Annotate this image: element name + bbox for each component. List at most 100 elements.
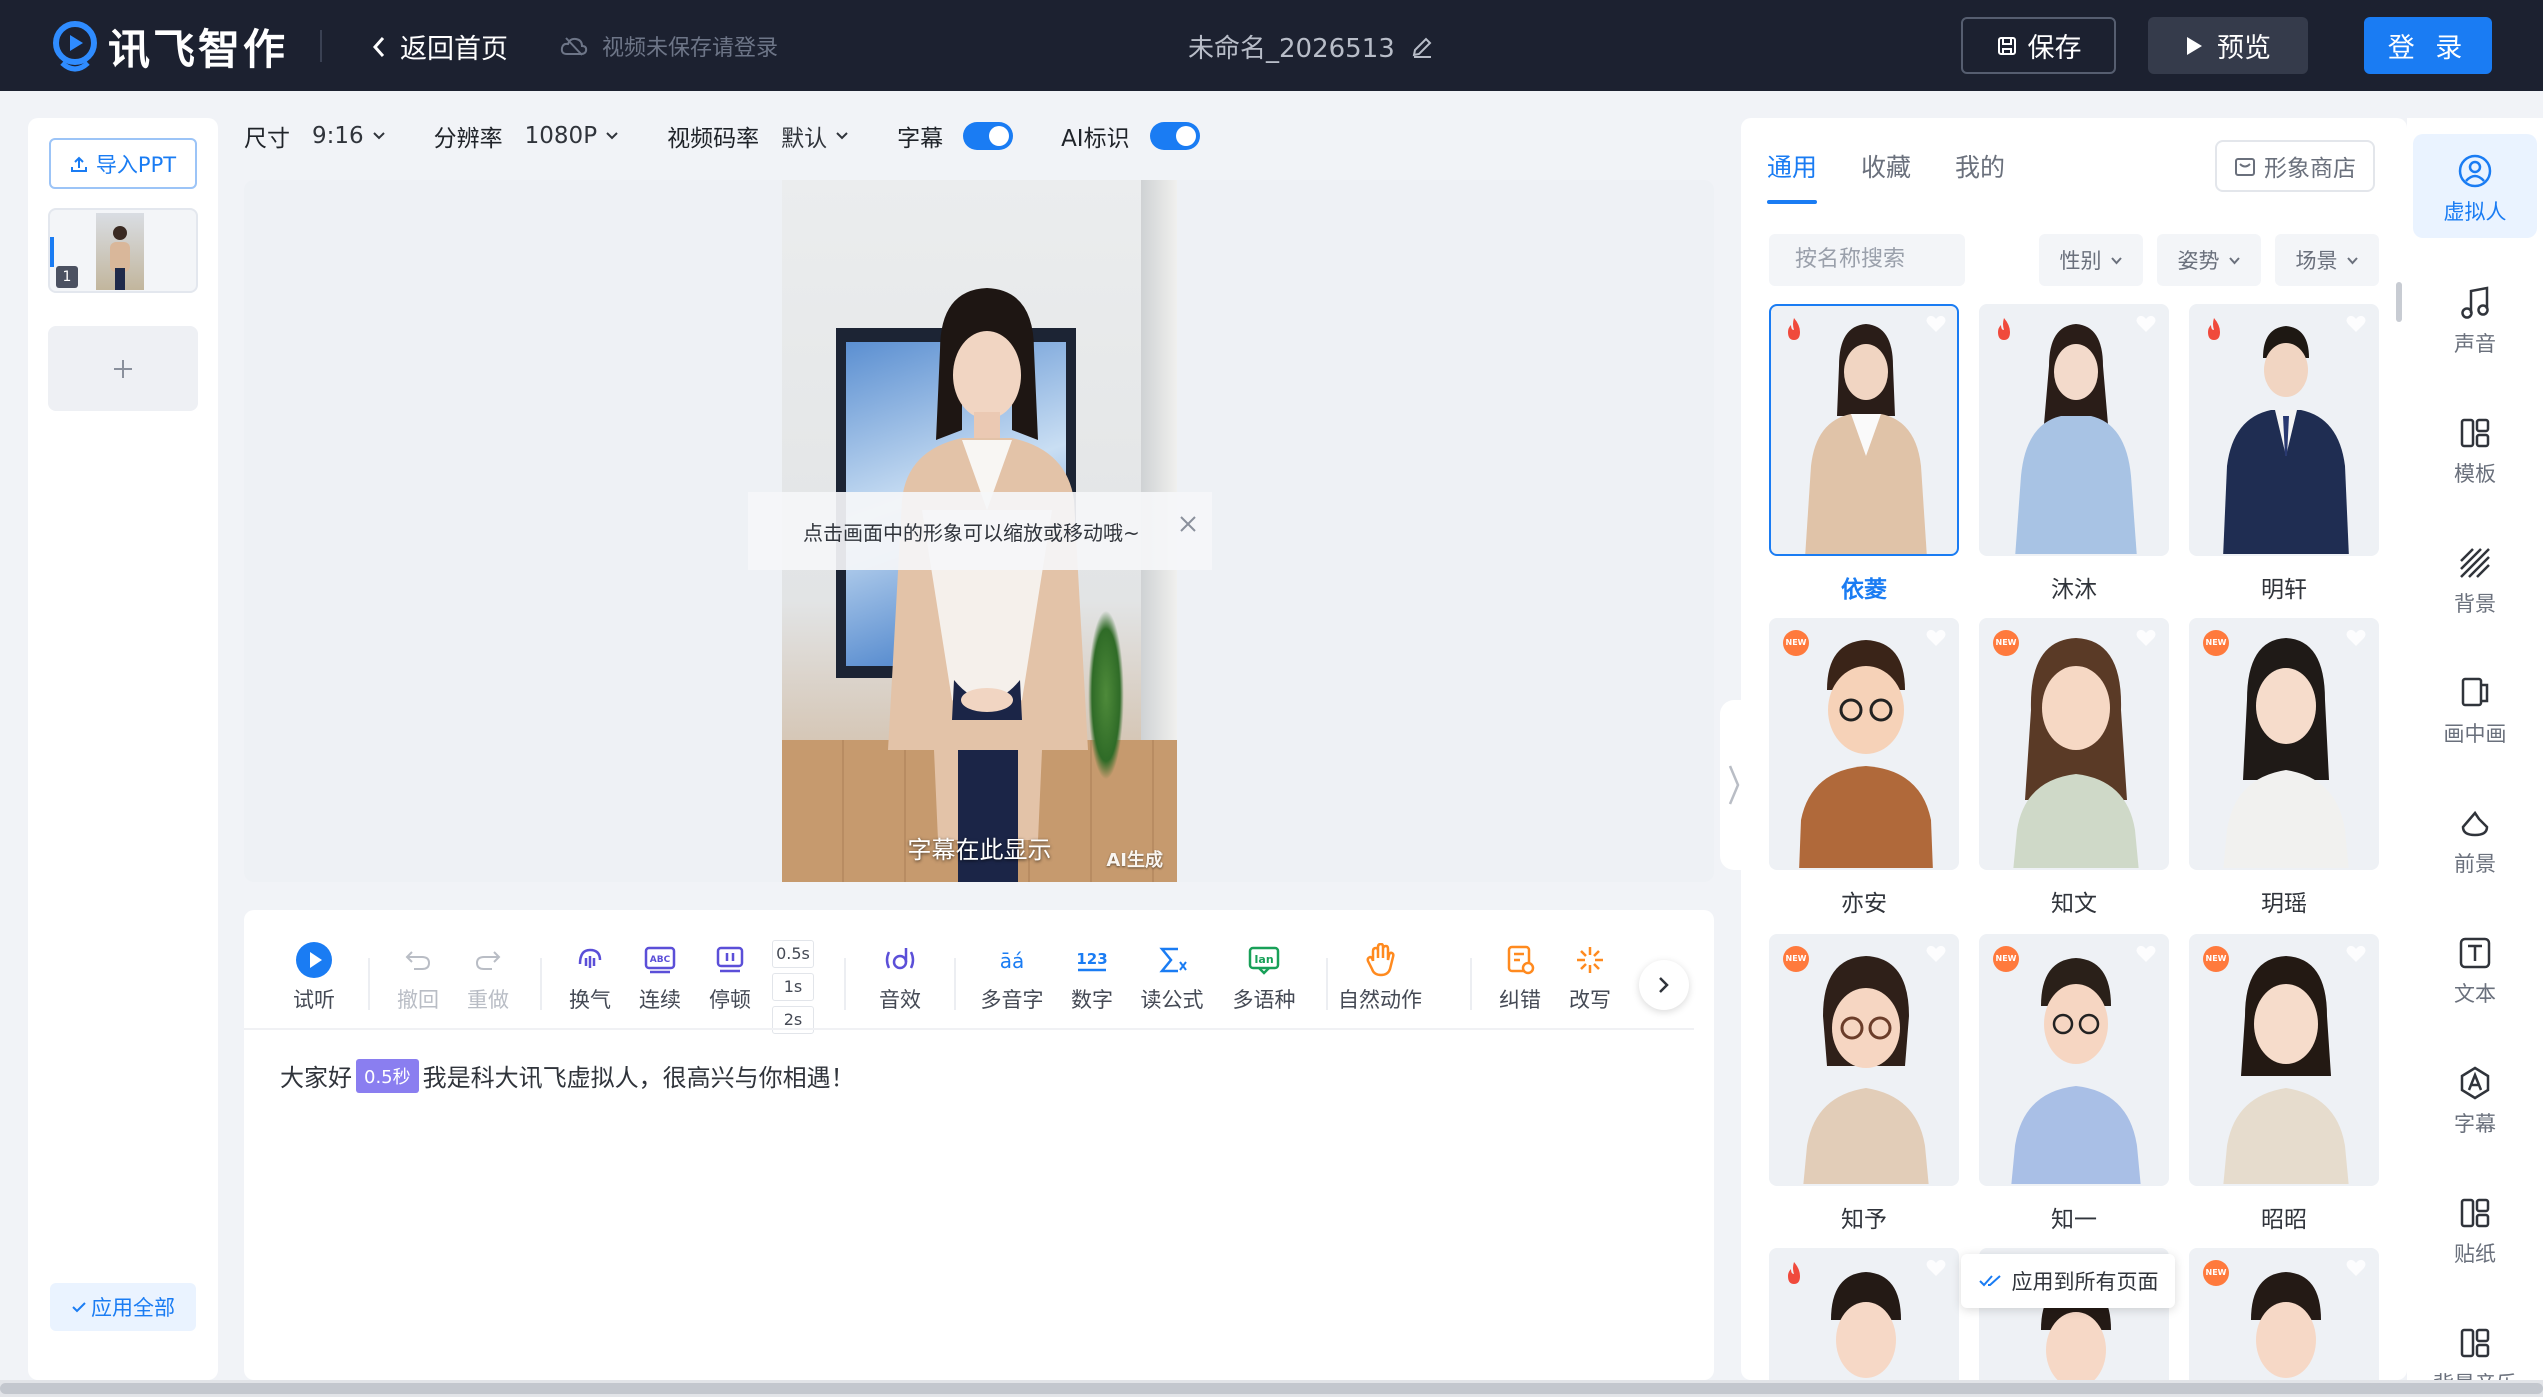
avatar-card-mumu[interactable] xyxy=(1979,304,2169,556)
scrollbar-thumb[interactable] xyxy=(0,1383,2543,1394)
svg-text:Ian: Ian xyxy=(1254,953,1273,966)
polyphone-icon: āá xyxy=(1000,949,1025,973)
avatar-search-input[interactable]: 按名称搜索 xyxy=(1769,234,1965,286)
listen-button[interactable]: 试听 xyxy=(284,940,344,1014)
avatar-card-yian[interactable]: NEW xyxy=(1769,618,1959,870)
favorite-heart-icon[interactable] xyxy=(1925,1258,1947,1278)
pause-tag[interactable]: 0.5秒 xyxy=(356,1058,419,1093)
avatar-card-mingxuan[interactable] xyxy=(2189,304,2379,556)
avatar-card-yueyao[interactable]: NEW xyxy=(2189,618,2379,870)
tab-favorites[interactable]: 收藏 xyxy=(1861,148,1911,184)
resolution-setting[interactable]: 分辨率 1080P xyxy=(434,119,619,153)
close-icon[interactable] xyxy=(1178,514,1198,534)
preview-button[interactable]: 预览 xyxy=(2148,17,2308,74)
favorite-heart-icon[interactable] xyxy=(2345,628,2367,648)
document-title-text: 未命名_2026513 xyxy=(1188,34,1395,64)
polyphone-button[interactable]: āá 多音字 xyxy=(981,940,1044,1014)
virtual-presenter[interactable] xyxy=(862,280,1112,882)
size-select[interactable]: 9:16 xyxy=(312,123,386,149)
bitrate-setting[interactable]: 视频码率 默认 xyxy=(667,119,849,153)
favorite-heart-icon[interactable] xyxy=(2345,314,2367,334)
rewrite-label: 改写 xyxy=(1569,988,1611,1012)
favorite-heart-icon[interactable] xyxy=(1925,628,1947,648)
preview-label: 预览 xyxy=(2217,33,2271,64)
avatar-portrait xyxy=(1799,640,1933,868)
nav-subtitle[interactable]: 字幕 xyxy=(2413,1058,2537,1138)
nav-pip-label: 画中画 xyxy=(2443,722,2507,746)
bitrate-select[interactable]: 默认 xyxy=(781,119,849,153)
avatar-card-zhiwen[interactable]: NEW xyxy=(1979,618,2169,870)
resolution-value: 1080P xyxy=(524,123,598,149)
avatar-card-partial[interactable]: NEW xyxy=(2189,1248,2379,1380)
avatar-portrait xyxy=(1805,324,1927,554)
favorite-heart-icon[interactable] xyxy=(2135,944,2157,964)
nav-text[interactable]: 文本 xyxy=(2413,928,2537,1008)
nav-avatar[interactable]: 虚拟人 xyxy=(2413,134,2537,238)
avatar-shop-button[interactable]: 形象商店 xyxy=(2215,140,2375,192)
favorite-heart-icon[interactable] xyxy=(2345,1258,2367,1278)
gesture-button[interactable]: 自然动作 xyxy=(1338,940,1422,1014)
nav-foreground[interactable]: 前景 xyxy=(2413,798,2537,878)
favorite-heart-icon[interactable] xyxy=(2135,314,2157,334)
apply-all-button[interactable]: 应用全部 xyxy=(50,1283,196,1331)
multilang-label: 多语种 xyxy=(1232,988,1296,1012)
avatar-card-yiling[interactable] xyxy=(1769,304,1959,556)
tab-general[interactable]: 通用 xyxy=(1767,148,1818,204)
nav-pip[interactable]: 画中画 xyxy=(2413,668,2537,748)
nav-background[interactable]: 背景 xyxy=(2413,538,2537,618)
login-button[interactable]: 登 录 xyxy=(2364,17,2492,74)
brand-logo[interactable]: 讯飞智作 xyxy=(52,16,288,77)
multilang-button[interactable]: Ian 多语种 xyxy=(1233,940,1296,1014)
avatar-card-zhiyi[interactable]: NEW xyxy=(1979,934,2169,1186)
edit-pencil-icon[interactable] xyxy=(1411,36,1433,58)
filter-gender[interactable]: 性别 xyxy=(2039,234,2143,286)
video-settings-bar: 尺寸 9:16 分辨率 1080P 视频码率 默认 字幕 AI标识 xyxy=(244,116,1248,156)
resolution-select[interactable]: 1080P xyxy=(525,123,619,149)
filter-pose[interactable]: 姿势 xyxy=(2157,234,2261,286)
favorite-heart-icon[interactable] xyxy=(2345,944,2367,964)
filter-scene[interactable]: 场景 xyxy=(2275,234,2379,286)
add-page-button[interactable] xyxy=(48,326,198,411)
toolbar-next-button[interactable] xyxy=(1639,960,1689,1010)
pause-option[interactable]: 0.5s xyxy=(772,940,814,968)
avatar-name: 亦安 xyxy=(1841,891,1887,917)
tab-mine[interactable]: 我的 xyxy=(1955,148,2005,184)
page-horizontal-scrollbar[interactable] xyxy=(0,1380,2543,1397)
size-label: 尺寸 xyxy=(244,126,290,152)
library-scrollbar[interactable] xyxy=(2396,282,2402,322)
script-text-area[interactable]: 大家好 0.5秒 我是科大讯飞虚拟人，很高兴与你相遇！ xyxy=(280,1058,855,1093)
hot-flame-icon xyxy=(1788,318,1800,340)
pause-button[interactable]: 停顿 xyxy=(700,940,760,1014)
rewrite-button[interactable]: 改写 xyxy=(1560,940,1620,1014)
sound-effect-button[interactable]: 音效 xyxy=(870,940,930,1014)
apply-all-label: 应用全部 xyxy=(91,1296,175,1320)
favorite-heart-icon[interactable] xyxy=(1925,944,1947,964)
page-thumbnail[interactable]: 1 xyxy=(48,208,198,293)
avatar-name: 知文 xyxy=(2051,891,2097,917)
avatar-card-zhaozhao[interactable]: NEW xyxy=(2189,934,2379,1186)
nav-voice[interactable]: 声音 xyxy=(2413,278,2537,358)
pause-option[interactable]: 1s xyxy=(772,973,814,1001)
avatar-card-partial[interactable] xyxy=(1769,1248,1959,1380)
new-badge: NEW xyxy=(2203,1260,2229,1286)
import-ppt-button[interactable]: 导入PPT xyxy=(49,138,197,189)
apply-to-all-pages-button[interactable]: 应用到所有页面 xyxy=(1961,1254,2175,1308)
save-button[interactable]: 保存 xyxy=(1961,17,2116,74)
correct-icon xyxy=(1507,945,1535,975)
subtitle-toggle[interactable] xyxy=(963,122,1014,150)
favorite-heart-icon[interactable] xyxy=(2135,628,2157,648)
favorite-heart-icon[interactable] xyxy=(1925,314,1947,334)
number-button[interactable]: 123 数字 xyxy=(1062,940,1122,1014)
nav-voice-label: 声音 xyxy=(2454,332,2496,356)
ai-mark-toggle[interactable] xyxy=(1149,122,1200,150)
formula-button[interactable]: 读公式 xyxy=(1141,940,1204,1014)
size-setting[interactable]: 尺寸 9:16 xyxy=(244,119,386,153)
document-title[interactable]: 未命名_2026513 xyxy=(1188,28,1433,65)
avatar-portrait xyxy=(2011,958,2141,1184)
redo-button[interactable]: 重做 xyxy=(458,940,518,1014)
ai-mark-label: AI标识 xyxy=(1061,126,1130,152)
nav-sticker[interactable]: 贴纸 xyxy=(2413,1188,2537,1268)
back-home-link[interactable]: 返回首页 xyxy=(372,27,508,66)
avatar-card-zhiyu[interactable]: NEW xyxy=(1769,934,1959,1186)
nav-template[interactable]: 模板 xyxy=(2413,408,2537,488)
